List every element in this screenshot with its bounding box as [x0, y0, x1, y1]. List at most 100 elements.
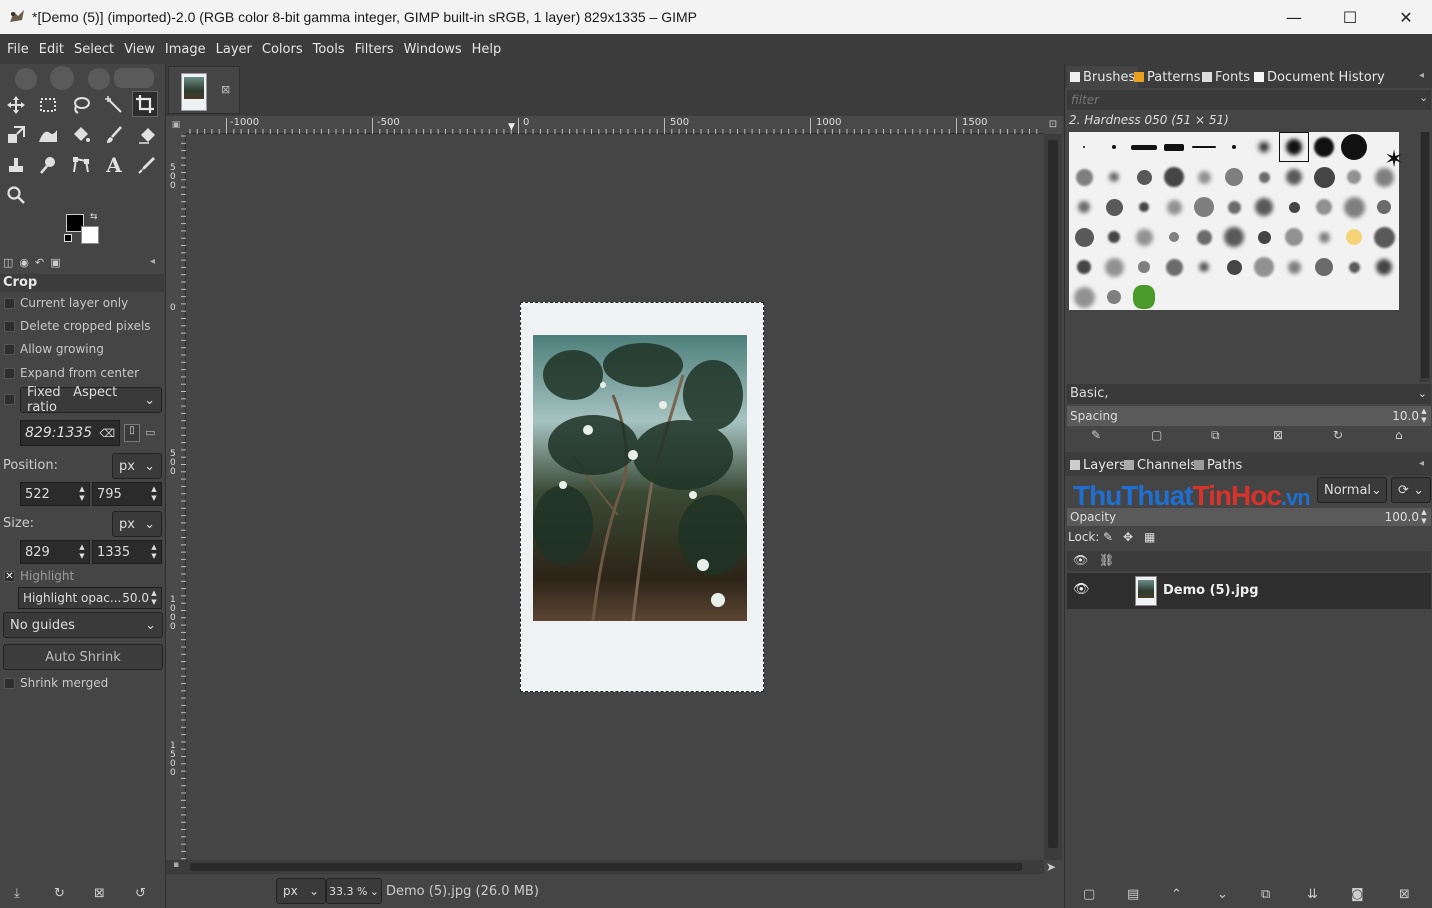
brush-preview[interactable]: [1069, 282, 1099, 312]
menu-colors[interactable]: Colors: [257, 42, 308, 57]
delete-layer-icon[interactable]: ⊠: [1399, 887, 1410, 902]
brush-preview[interactable]: [1369, 222, 1399, 252]
text-icon[interactable]: A: [101, 152, 127, 178]
lock-alpha-icon[interactable]: ▦: [1144, 530, 1155, 544]
brush-preview[interactable]: [1339, 252, 1369, 282]
spin-icon[interactable]: ▲ ▼: [1419, 407, 1429, 425]
eraser-icon[interactable]: [134, 122, 160, 148]
restore-options-icon[interactable]: ↻: [54, 886, 65, 901]
horizontal-scrollbar[interactable]: [186, 860, 1044, 874]
brush-scrollbar[interactable]: [1420, 132, 1430, 382]
current-layer-only-checkbox[interactable]: [4, 297, 15, 309]
brush-preview[interactable]: [1279, 132, 1309, 162]
brush-preview[interactable]: [1129, 162, 1159, 192]
portrait-icon[interactable]: ▯: [124, 424, 140, 442]
delete-cropped-option[interactable]: Delete cropped pixels: [4, 316, 151, 336]
guides-select[interactable]: No guides ⌄: [3, 612, 163, 638]
raise-layer-icon[interactable]: ⌃: [1171, 887, 1182, 902]
crop-icon[interactable]: [132, 91, 158, 117]
brush-preview[interactable]: [1219, 252, 1249, 282]
brush-preview[interactable]: [1309, 222, 1339, 252]
lower-layer-icon[interactable]: ⌄: [1217, 887, 1228, 902]
device-status-tab-icon[interactable]: ◉: [19, 256, 29, 269]
zoom-select[interactable]: 33.3 % ⌄: [326, 878, 382, 904]
brush-grid[interactable]: ✶: [1069, 132, 1404, 312]
tab-layers[interactable]: Layers: [1067, 454, 1129, 476]
size-height-input[interactable]: 1335 ▲ ▼: [92, 540, 162, 564]
open-brush-icon[interactable]: ⌂: [1395, 428, 1403, 442]
close-tab-icon[interactable]: ⊠: [221, 83, 230, 96]
new-brush-icon[interactable]: ▢: [1151, 428, 1162, 442]
spin-icon[interactable]: ▲ ▼: [77, 485, 87, 503]
brush-preview[interactable]: [1219, 162, 1249, 192]
brush-preview[interactable]: [1069, 252, 1099, 282]
spin-icon[interactable]: ▲ ▼: [149, 589, 159, 607]
save-options-icon[interactable]: ⤓: [14, 886, 20, 901]
delete-options-icon[interactable]: ⊠: [94, 886, 105, 901]
scrollbar-thumb[interactable]: [190, 863, 1022, 871]
brush-preview[interactable]: [1249, 162, 1279, 192]
brush-preview[interactable]: [1159, 162, 1189, 192]
position-unit-select[interactable]: px ⌄: [112, 453, 162, 479]
quick-mask-corner-icon[interactable]: ▣: [166, 116, 186, 134]
panel-menu-icon[interactable]: ◂: [150, 256, 155, 267]
lock-pixels-icon[interactable]: ✎: [1103, 530, 1113, 544]
brush-preview[interactable]: [1279, 252, 1309, 282]
anchor-layer-icon[interactable]: ⇊: [1307, 887, 1318, 902]
new-layer-icon[interactable]: ▢: [1083, 887, 1095, 902]
brush-preview[interactable]: [1369, 162, 1399, 192]
menu-view[interactable]: View: [119, 42, 160, 57]
brush-preview[interactable]: [1369, 252, 1399, 282]
toggle-quick-mask-icon[interactable]: ▪: [166, 860, 186, 874]
current-layer-only-option[interactable]: Current layer only: [4, 293, 128, 313]
brush-preview[interactable]: [1129, 282, 1159, 312]
vertical-scrollbar[interactable]: [1044, 134, 1062, 860]
lasso-icon[interactable]: [68, 92, 94, 118]
mask-layer-icon[interactable]: ◙: [1351, 887, 1364, 902]
shrink-merged-option[interactable]: Shrink merged: [4, 673, 108, 693]
brush-preview[interactable]: [1189, 252, 1219, 282]
close-window-button[interactable]: ✕: [1378, 0, 1432, 34]
brush-preview[interactable]: [1339, 192, 1369, 222]
aspect-ratio-input[interactable]: 829:1335 ⌫: [20, 420, 120, 446]
brush-preview[interactable]: [1129, 252, 1159, 282]
rect-select-icon[interactable]: [35, 92, 61, 118]
zoom-icon[interactable]: [3, 182, 29, 208]
brush-preview[interactable]: [1069, 192, 1099, 222]
image-frame[interactable]: [520, 302, 764, 692]
panel-menu-icon[interactable]: ◂: [1419, 458, 1424, 469]
highlight-checkbox[interactable]: ✕: [4, 570, 15, 582]
brush-preview[interactable]: [1159, 222, 1189, 252]
position-x-input[interactable]: 522 ▲ ▼: [20, 482, 90, 506]
brush-preview[interactable]: [1249, 132, 1279, 162]
brush-preview[interactable]: [1099, 192, 1129, 222]
brush-preview[interactable]: [1339, 132, 1369, 162]
maximize-button[interactable]: ☐: [1322, 0, 1378, 34]
minimize-button[interactable]: —: [1266, 0, 1322, 34]
size-width-input[interactable]: 829 ▲ ▼: [20, 540, 90, 564]
brush-preview[interactable]: [1309, 192, 1339, 222]
tab-fonts[interactable]: Fonts: [1199, 66, 1253, 88]
composite-mode-select[interactable]: ⟳ ⌄: [1391, 477, 1431, 503]
landscape-icon[interactable]: ▭: [145, 426, 155, 439]
menu-windows[interactable]: Windows: [399, 42, 467, 57]
paintbrush-icon[interactable]: [101, 122, 127, 148]
brush-preview[interactable]: [1339, 162, 1369, 192]
paths-icon[interactable]: [68, 152, 94, 178]
delete-cropped-checkbox[interactable]: [4, 320, 15, 332]
menu-tools[interactable]: Tools: [308, 42, 350, 57]
brush-preview[interactable]: [1249, 252, 1279, 282]
spin-icon[interactable]: ▲ ▼: [1419, 508, 1429, 526]
fixed-checkbox[interactable]: [4, 394, 20, 408]
layer-mode-select[interactable]: Normal ⌄: [1317, 477, 1387, 503]
menu-help[interactable]: Help: [467, 42, 507, 57]
new-layer-group-icon[interactable]: ▤: [1127, 887, 1139, 902]
move-icon[interactable]: [3, 92, 29, 118]
brush-preview[interactable]: [1309, 162, 1339, 192]
clone-icon[interactable]: [3, 152, 29, 178]
color-picker-icon[interactable]: [134, 152, 160, 178]
expand-center-option[interactable]: Expand from center: [4, 363, 139, 383]
undo-history-tab-icon[interactable]: ↶: [35, 256, 44, 269]
menu-edit[interactable]: Edit: [34, 42, 69, 57]
menu-image[interactable]: Image: [160, 42, 211, 57]
